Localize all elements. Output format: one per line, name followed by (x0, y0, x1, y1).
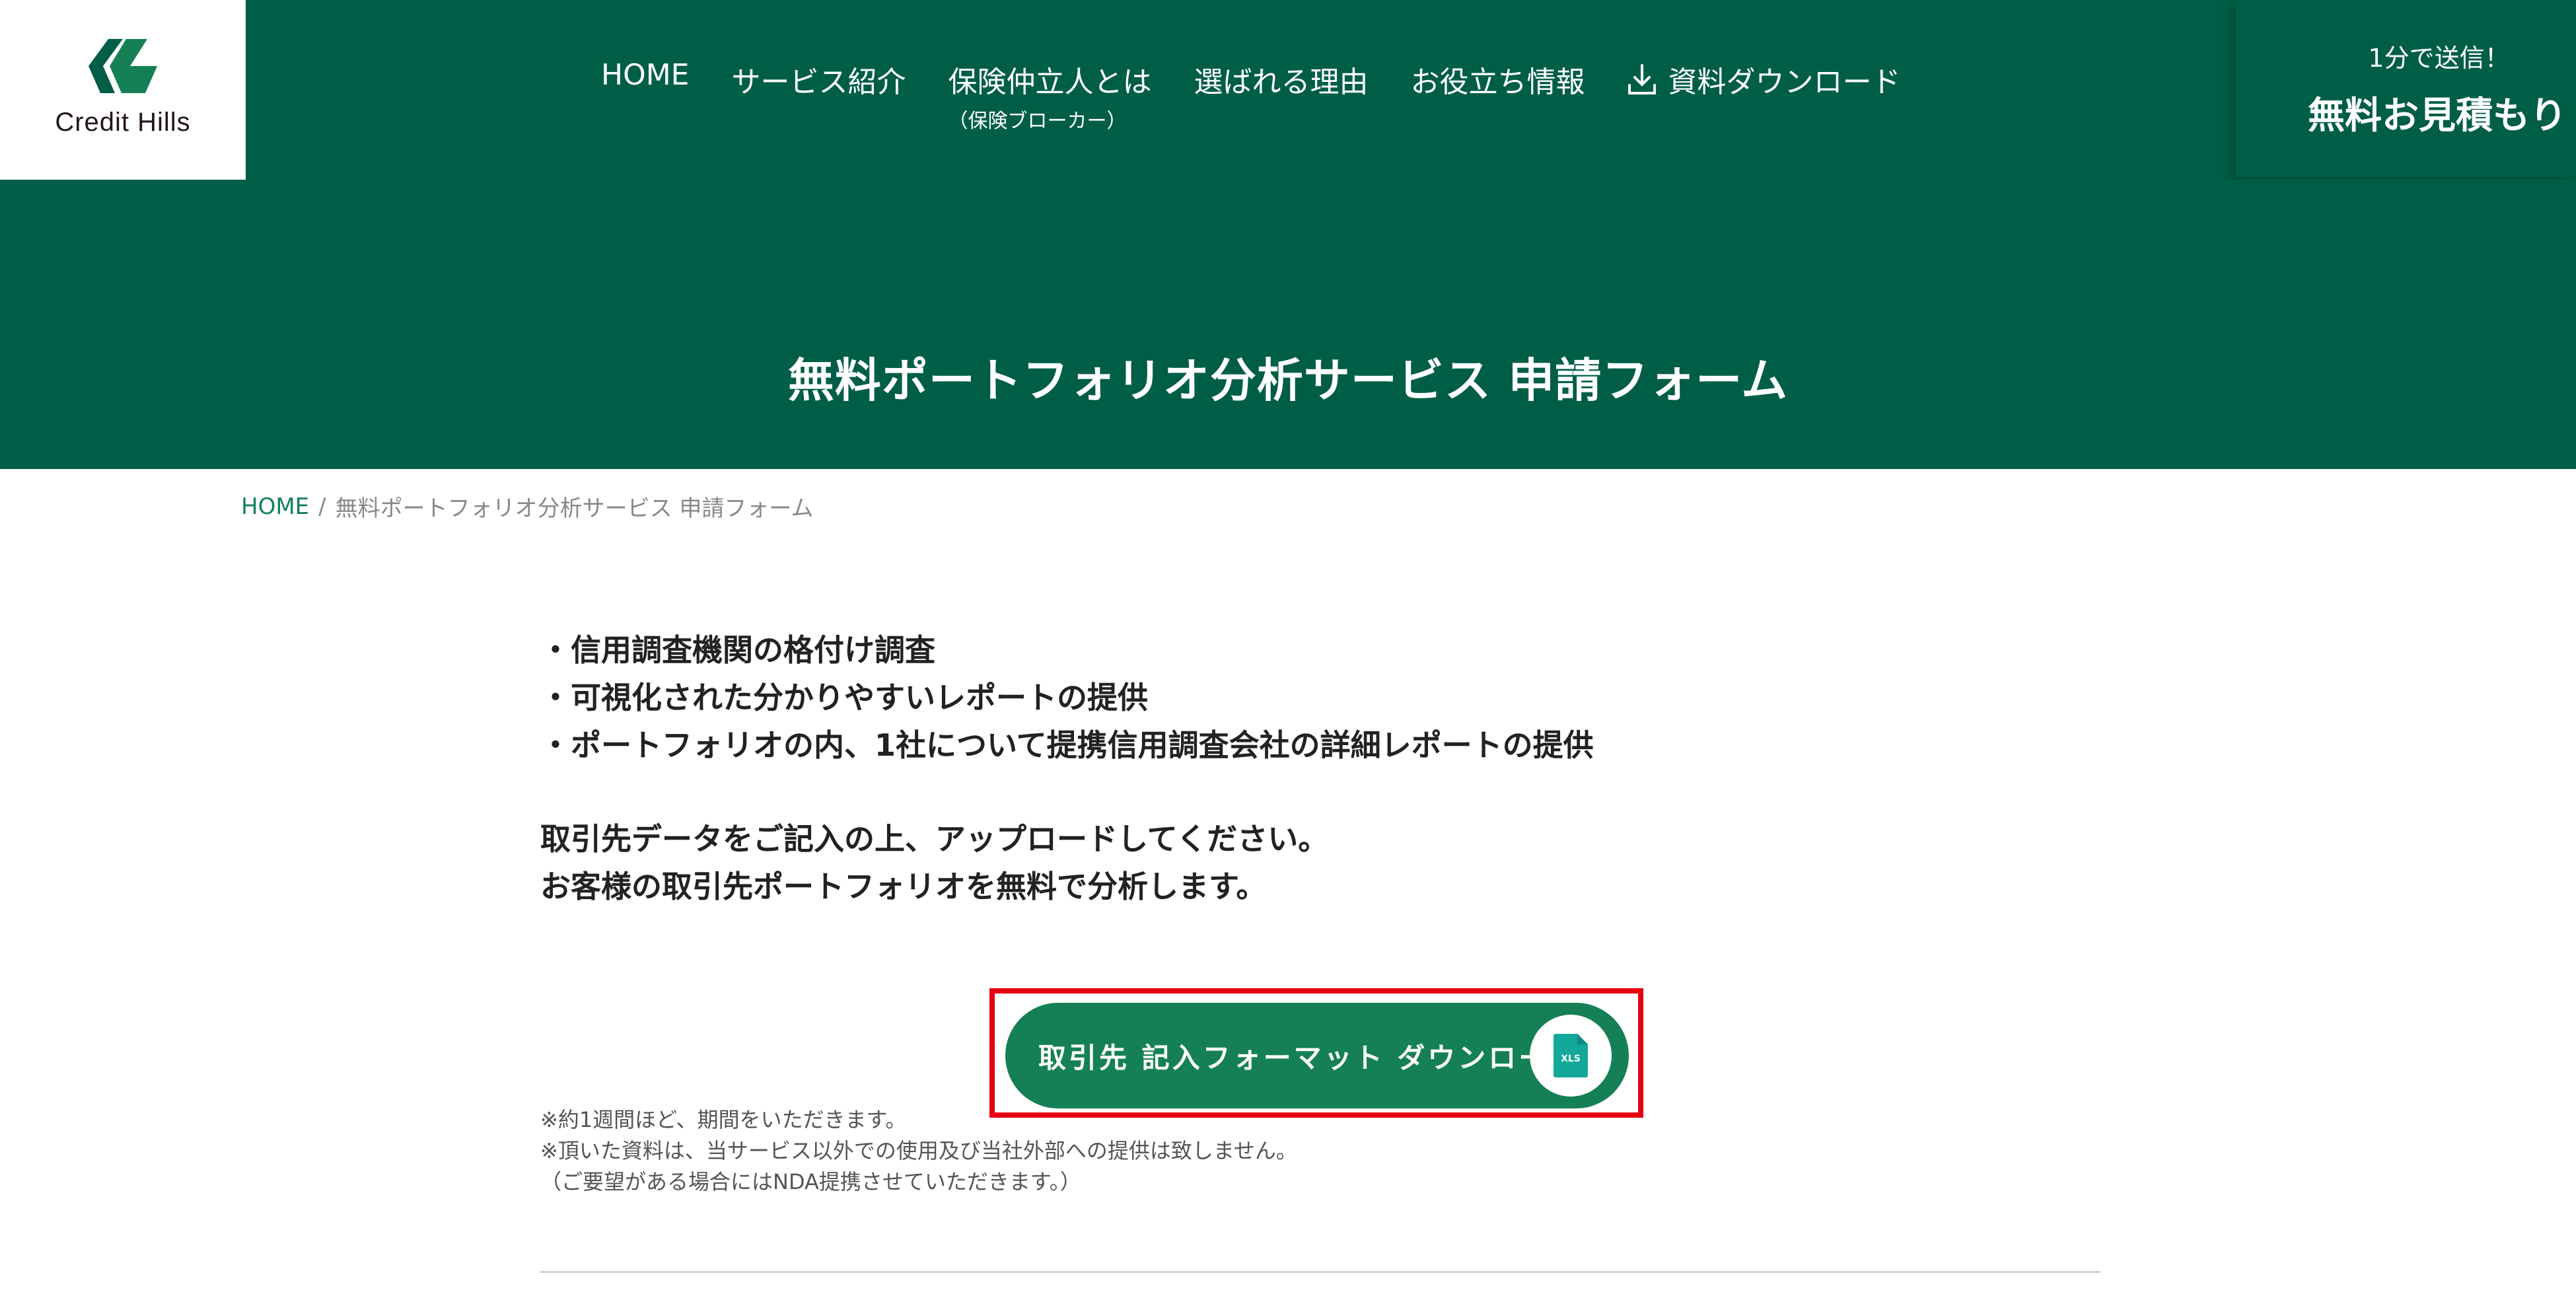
intro-line: 取引先データをご記入の上、アップロードしてください。 (540, 821, 1329, 857)
download-icon (1628, 64, 1657, 94)
free-estimate-button[interactable]: 1分で送信！ 無料お見積もり (2236, 0, 2576, 177)
breadcrumb: HOME / 無料ポートフォリオ分析サービス 申請フォーム (241, 490, 813, 523)
logo[interactable]: Credit Hills (0, 0, 246, 180)
credit-hills-logo-icon (89, 38, 157, 93)
nav-services[interactable]: サービス紹介 (731, 58, 906, 100)
hero-banner: 無料ポートフォリオ分析サービス 申請フォーム (0, 180, 2576, 469)
xls-file-icon: XLS (1554, 1034, 1588, 1077)
download-format-label: 取引先 記入フォーマット ダウンロード (1038, 1041, 1580, 1074)
highlight-box: 取引先 記入フォーマット ダウンロード XLS (989, 988, 1643, 1118)
nav-insurance-broker-sublabel: （保険ブローカー） (948, 110, 1127, 133)
cta-subtext: 1分で送信！ (2368, 44, 2510, 73)
note-line: （ご要望がある場合にはNDA提携させていただきます。） (540, 1169, 1081, 1194)
note-line: ※約1週間ほど、期間をいただきます。 (540, 1107, 907, 1132)
nav-home-label: HOME (601, 58, 690, 92)
feature-item: ・可視化された分かりやすいレポートの提供 (540, 680, 1148, 715)
nav-useful-info[interactable]: お役立ち情報 (1410, 58, 1585, 100)
logo-text: Credit Hills (55, 107, 191, 137)
site-header: Credit Hills HOME サービス紹介 保険仲立人とは （保険ブローカ… (0, 0, 2576, 180)
breadcrumb-home-link[interactable]: HOME (241, 493, 309, 520)
main-content: ・信用調査機関の格付け調査 ・可視化された分かりやすいレポートの提供 ・ポートフ… (540, 626, 2112, 910)
nav-insurance-broker[interactable]: 保険仲立人とは （保険ブローカー） (948, 58, 1151, 133)
nav-reasons-label: 選ばれる理由 (1194, 65, 1369, 99)
download-format-button[interactable]: 取引先 記入フォーマット ダウンロード XLS (1005, 1003, 1629, 1108)
xls-icon-badge: XLS (1530, 1015, 1612, 1097)
feature-item: ・信用調査機関の格付け調査 (540, 632, 935, 668)
feature-list: ・信用調査機関の格付け調査 ・可視化された分かりやすいレポートの提供 ・ポートフ… (540, 626, 2112, 769)
nav-download[interactable]: 資料ダウンロード (1627, 58, 1900, 100)
breadcrumb-separator: / (318, 493, 326, 520)
notes: ※約1週間ほど、期間をいただきます。 ※頂いた資料は、当サービス以外での使用及び… (540, 1105, 1297, 1198)
breadcrumb-current: 無料ポートフォリオ分析サービス 申請フォーム (335, 495, 814, 522)
nav-reasons[interactable]: 選ばれる理由 (1194, 58, 1368, 100)
xls-icon-text: XLS (1561, 1054, 1581, 1064)
main-nav: HOME サービス紹介 保険仲立人とは （保険ブローカー） 選ばれる理由 お役立… (601, 58, 1943, 133)
nav-services-label: サービス紹介 (731, 65, 906, 99)
nav-home[interactable]: HOME (601, 58, 689, 92)
nav-insurance-broker-label: 保険仲立人とは (948, 65, 1152, 99)
cta-main-text: 無料お見積もり (2308, 94, 2567, 137)
nav-useful-info-label: お役立ち情報 (1410, 65, 1585, 99)
nav-download-label: 資料ダウンロード (1668, 65, 1901, 99)
intro-line: お客様の取引先ポートフォリオを無料で分析します。 (540, 869, 1267, 904)
page-title: 無料ポートフォリオ分析サービス 申請フォーム (787, 353, 1789, 408)
note-line: ※頂いた資料は、当サービス以外での使用及び当社外部への提供は致しません。 (540, 1138, 1297, 1163)
feature-item: ・ポートフォリオの内、1社について提携信用調査会社の詳細レポートの提供 (540, 727, 1594, 763)
intro-text: 取引先データをご記入の上、アップロードしてください。 お客様の取引先ポートフォリ… (540, 815, 2112, 910)
section-divider (540, 1271, 2100, 1273)
